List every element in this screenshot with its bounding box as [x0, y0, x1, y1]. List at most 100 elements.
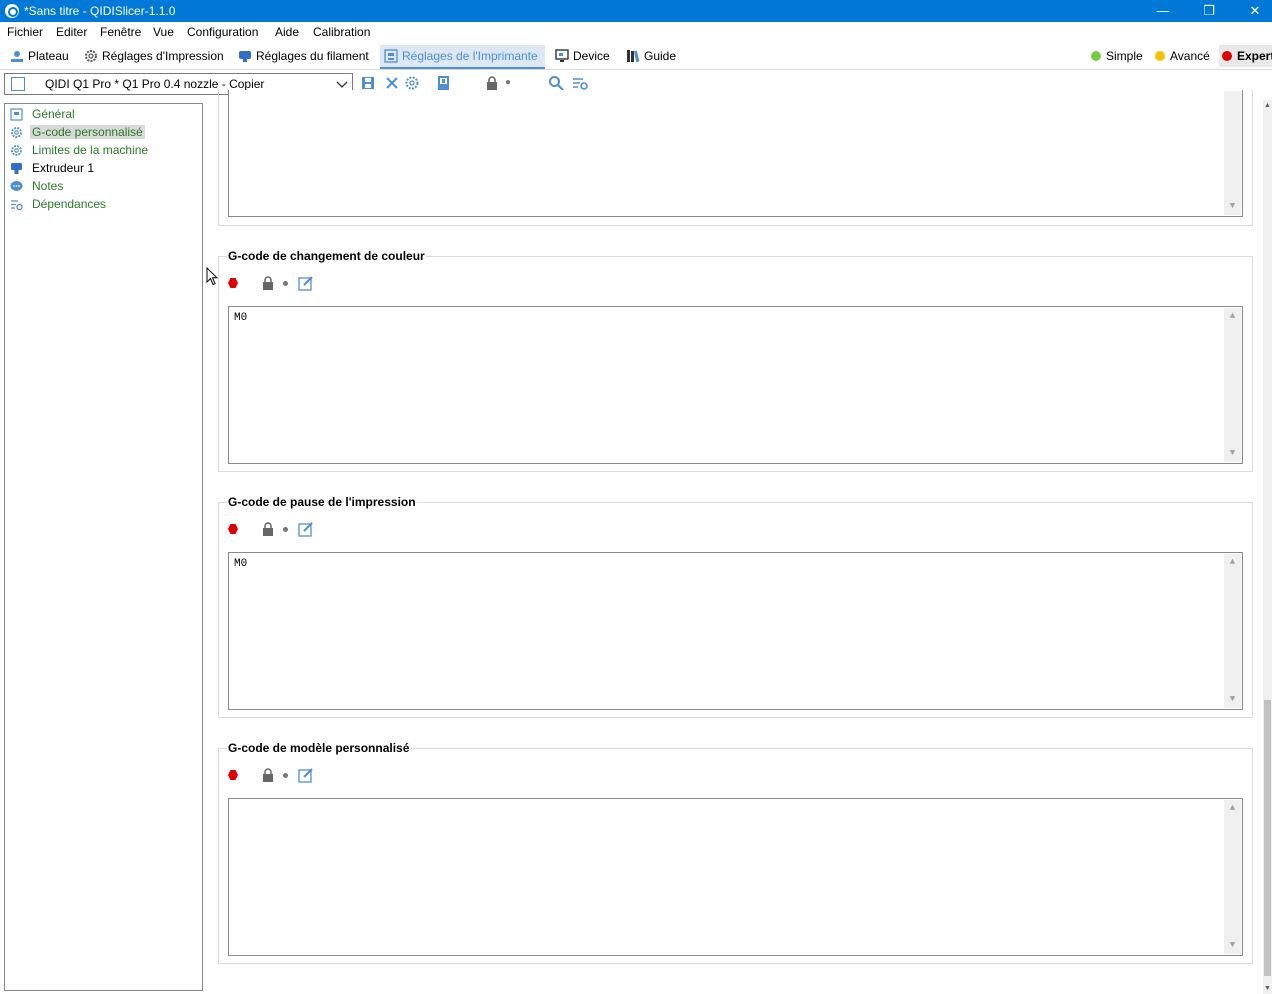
edit-icon[interactable] [298, 767, 314, 783]
edit-icon[interactable] [298, 275, 314, 291]
gear-icon [11, 145, 22, 156]
editor-scrollbar[interactable]: ▲ ▼ [1224, 308, 1241, 462]
color-change-gcode-editor[interactable]: M0 ▲ ▼ [228, 306, 1243, 464]
tab-guide[interactable]: Guide [622, 45, 676, 69]
scroll-down-icon[interactable]: ▼ [1224, 198, 1241, 215]
minimize-button[interactable]: — [1140, 0, 1186, 22]
tab-guide-label: Guide [644, 49, 677, 63]
scroll-down-icon[interactable]: ▼ [1263, 985, 1272, 992]
filament-icon [239, 51, 251, 62]
bullet-icon: ● [504, 77, 512, 88]
notes-icon [10, 181, 23, 191]
gear-icon [11, 127, 22, 138]
search-settings-icon[interactable] [572, 75, 588, 91]
tree-item-extruder-label: Extrudeur 1 [32, 161, 95, 175]
editor-scrollbar[interactable]: ▲ ▼ [1224, 800, 1241, 954]
editor-scrollbar[interactable]: ▲ ▼ [1224, 554, 1241, 708]
printer-icon [384, 49, 398, 63]
tree-item-notes[interactable]: Notes [9, 178, 65, 195]
menu-calibration[interactable]: Calibration [313, 25, 370, 39]
scroll-up-icon[interactable]: ▲ [1224, 554, 1241, 571]
dependencies-icon [11, 200, 23, 211]
close-button[interactable]: ✕ [1232, 0, 1272, 22]
pause-print-gcode-title: G-code de pause de l'impression [227, 495, 417, 509]
plater-icon [11, 51, 23, 62]
bullet-icon[interactable] [283, 281, 288, 286]
scroll-up-icon[interactable]: ▲ [1263, 102, 1272, 109]
color-change-gcode-title: G-code de changement de couleur [227, 249, 426, 263]
window-title: *Sans titre - QIDISlicer-1.1.0 [24, 4, 176, 18]
settings-tree: Général G-code personnalisé Limites de l… [4, 103, 203, 991]
save-icon[interactable] [360, 75, 376, 91]
pause-print-gcode-editor[interactable]: M0 ▲ ▼ [228, 552, 1243, 710]
tab-plateau-label: Plateau [28, 49, 69, 63]
lock-icon[interactable] [262, 522, 274, 536]
tab-printer-settings[interactable]: Réglages de l'Imprimante [380, 45, 545, 69]
lock-icon[interactable] [262, 768, 274, 782]
mode-expert[interactable]: Expert [1219, 45, 1272, 67]
scroll-up-icon[interactable]: ▲ [1224, 800, 1241, 817]
tree-item-general-label: Général [32, 107, 75, 121]
template-custom-gcode-group: G-code de modèle personnalisé ▲ ▼ [218, 741, 1253, 964]
menu-editer[interactable]: Editer [56, 25, 87, 39]
extruder-icon [11, 163, 22, 174]
template-custom-gcode-editor[interactable]: ▲ ▼ [228, 798, 1243, 956]
scroll-up-icon[interactable]: ▲ [1224, 308, 1241, 325]
tab-print-settings[interactable]: Réglages d'Impression [80, 45, 224, 69]
settings-content: ▼ G-code de changement de couleur M0 ▲ ▼… [210, 90, 1262, 994]
tree-item-extruder[interactable]: Extrudeur 1 [9, 160, 96, 177]
previous-gcode-editor[interactable]: ▼ [228, 90, 1243, 217]
gear-icon[interactable] [404, 75, 420, 91]
simple-dot-icon [1091, 51, 1101, 61]
menu-configuration[interactable]: Configuration [187, 25, 258, 39]
tab-filament-settings[interactable]: Réglages du filament [234, 45, 369, 69]
expert-dot-icon [1222, 51, 1232, 61]
tree-item-custom-gcode-label: G-code personnalisé [30, 125, 145, 139]
chevron-down-icon [336, 81, 348, 88]
modified-indicator-icon [228, 278, 238, 288]
editor-scrollbar[interactable]: ▼ [1224, 91, 1241, 215]
previous-gcode-group: ▼ [218, 90, 1253, 226]
tree-item-custom-gcode[interactable]: G-code personnalisé [9, 124, 145, 141]
modified-indicator-icon [228, 524, 238, 534]
restore-button[interactable]: ❐ [1186, 0, 1232, 22]
printer-preset-value: QIDI Q1 Pro * Q1 Pro 0.4 nozzle - Copier [45, 77, 265, 91]
mode-simple[interactable]: Simple [1088, 45, 1143, 67]
scroll-down-icon[interactable]: ▼ [1224, 937, 1241, 954]
advanced-dot-icon [1155, 51, 1165, 61]
scroll-down-icon[interactable]: ▼ [1224, 445, 1241, 462]
pause-print-gcode-group: G-code de pause de l'impression M0 ▲ ▼ [218, 495, 1253, 718]
page-scrollbar[interactable]: ▲ ▼ [1263, 100, 1272, 994]
mode-expert-label: Expert [1237, 49, 1272, 63]
menu-fichier[interactable]: Fichier [7, 25, 43, 39]
template-custom-gcode-title: G-code de modèle personnalisé [227, 741, 411, 755]
mode-simple-label: Simple [1106, 49, 1143, 63]
search-icon[interactable] [548, 75, 564, 91]
lock-icon [487, 76, 497, 90]
scrollbar-thumb[interactable] [1264, 700, 1271, 976]
tab-printer-settings-label: Réglages de l'Imprimante [402, 49, 538, 63]
tab-device[interactable]: Device [551, 45, 610, 69]
edit-icon[interactable] [298, 521, 314, 537]
color-change-gcode-text: M0 [234, 312, 248, 324]
app-logo-icon [5, 4, 19, 18]
delete-icon[interactable] [384, 75, 400, 91]
scroll-down-icon[interactable]: ▼ [1224, 691, 1241, 708]
bullet-icon[interactable] [283, 773, 288, 778]
tree-item-general[interactable]: Général [9, 106, 77, 123]
menu-aide[interactable]: Aide [275, 25, 299, 39]
tree-item-dependencies[interactable]: Dépendances [9, 196, 108, 213]
tab-bar: Plateau Réglages d'Impression Réglages d… [0, 43, 1272, 70]
tab-plateau[interactable]: Plateau [6, 45, 69, 69]
printer-page-icon [10, 108, 23, 121]
compare-icon[interactable] [436, 75, 452, 91]
mode-advanced[interactable]: Avancé [1152, 45, 1210, 67]
printer-page-icon [11, 77, 25, 91]
menu-fenetre[interactable]: Fenêtre [100, 25, 141, 39]
tree-item-machine-limits[interactable]: Limites de la machine [9, 142, 150, 159]
menu-vue[interactable]: Vue [153, 25, 174, 39]
monitor-icon [555, 49, 569, 62]
lock-icon[interactable] [262, 276, 274, 290]
bullet-icon[interactable] [283, 527, 288, 532]
color-change-gcode-group: G-code de changement de couleur M0 ▲ ▼ [218, 249, 1253, 472]
